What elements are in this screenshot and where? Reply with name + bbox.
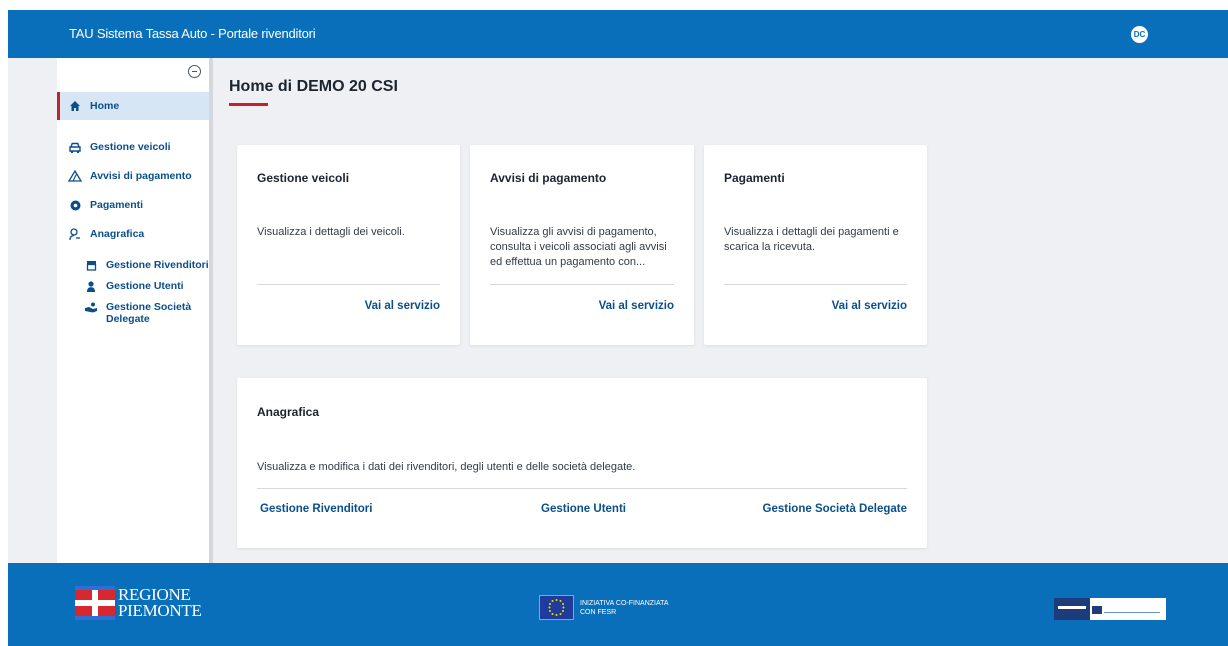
partner-logo [1054, 598, 1166, 620]
card-description: Visualizza i dettagli dei pagamenti e sc… [724, 226, 899, 253]
sidebar: Home Gestione veicoli Avvisi di pagament… [57, 58, 213, 563]
card-gestione-veicoli: Gestione veicoli Visualizza i dettagli d… [237, 145, 460, 345]
sidebar-item-label: Avvisi di pagamento [90, 170, 192, 182]
payment-icon [68, 198, 82, 212]
card-title: Avvisi di pagamento [490, 171, 607, 185]
handshake-icon [85, 301, 97, 313]
sidebar-subitem-label: Gestione Società Delegate [106, 301, 192, 325]
sidebar-item-gestione-veicoli[interactable]: Gestione veicoli [57, 140, 209, 154]
card-anagrafica: Anagrafica Visualizza e modifica i dati … [237, 378, 927, 548]
gestione-rivenditori-link[interactable]: Gestione Rivenditori [260, 503, 372, 515]
vai-al-servizio-link[interactable]: Vai al servizio [365, 300, 440, 312]
sidebar-subitem-gestione-rivenditori[interactable]: Gestione Rivenditori [85, 259, 209, 271]
eu-flag-icon [539, 595, 574, 620]
card-pagamenti: Pagamenti Visualizza i dettagli dei paga… [704, 145, 927, 345]
card-description: Visualizza gli avvisi di pagamento, cons… [490, 226, 667, 268]
vai-al-servizio-link[interactable]: Vai al servizio [599, 300, 674, 312]
card-title: Pagamenti [724, 171, 785, 185]
sidebar-item-label: Gestione veicoli [90, 141, 171, 153]
card-divider [490, 284, 674, 285]
car-icon [68, 140, 82, 154]
eu-cofinanziamento: INIZIATIVA CO-FINANZIATA CON FESR [539, 595, 669, 620]
user-outline-icon [68, 227, 82, 241]
card-divider [257, 284, 440, 285]
user-avatar[interactable]: DC [1131, 26, 1148, 43]
card-title: Gestione veicoli [257, 171, 350, 185]
card-description: Visualizza i dettagli dei veicoli. [257, 226, 405, 238]
regione-piemonte-logo: REGIONE PIEMONTE [75, 586, 202, 620]
user-icon [85, 280, 97, 292]
sidebar-subitem-gestione-societa[interactable]: Gestione Società Delegate [85, 301, 209, 325]
card-divider [724, 284, 907, 285]
card-avvisi-pagamento: Avvisi di pagamento Visualizza gli avvis… [470, 145, 694, 345]
store-icon [85, 259, 97, 271]
vai-al-servizio-link[interactable]: Vai al servizio [832, 300, 907, 312]
sidebar-subitem-label: Gestione Utenti [106, 280, 184, 292]
sidebar-subitem-label: Gestione Rivenditori [106, 259, 209, 271]
home-icon [68, 99, 82, 113]
gestione-societa-delegate-link[interactable]: Gestione Società Delegate [763, 503, 907, 515]
title-underline [229, 103, 268, 106]
sidebar-item-avvisi[interactable]: Avvisi di pagamento [57, 169, 209, 183]
eu-text-line1: INIZIATIVA CO-FINANZIATA [580, 599, 669, 607]
card-description: Visualizza e modifica i dati dei rivendi… [257, 461, 636, 473]
warning-icon [68, 169, 82, 183]
sidebar-item-anagrafica[interactable]: Anagrafica [57, 227, 209, 241]
piemonte-text: PIEMONTE [118, 601, 202, 620]
sidebar-item-label: Pagamenti [90, 199, 144, 211]
sidebar-item-label: Anagrafica [90, 228, 145, 240]
app-title: TAU Sistema Tassa Auto - Portale rivendi… [69, 26, 316, 41]
footer: REGIONE PIEMONTE INIZIATIVA CO-FINANZIAT… [8, 563, 1228, 646]
gestione-utenti-link[interactable]: Gestione Utenti [541, 503, 626, 515]
sidebar-item-label: Home [90, 100, 120, 112]
header-bar: TAU Sistema Tassa Auto - Portale rivendi… [8, 10, 1228, 58]
eu-text-line2: CON FESR [580, 608, 617, 616]
sidebar-item-home[interactable]: Home [57, 92, 209, 120]
page-title: Home di DEMO 20 CSI [229, 78, 398, 95]
sidebar-subitem-gestione-utenti[interactable]: Gestione Utenti [85, 280, 209, 292]
collapse-sidebar-icon[interactable] [188, 65, 201, 78]
card-divider [257, 488, 907, 489]
sidebar-item-pagamenti[interactable]: Pagamenti [57, 198, 209, 212]
regione-piemonte-flag-icon [75, 586, 115, 620]
card-title: Anagrafica [257, 405, 320, 419]
app-frame: TAU Sistema Tassa Auto - Portale rivendi… [8, 10, 1228, 646]
